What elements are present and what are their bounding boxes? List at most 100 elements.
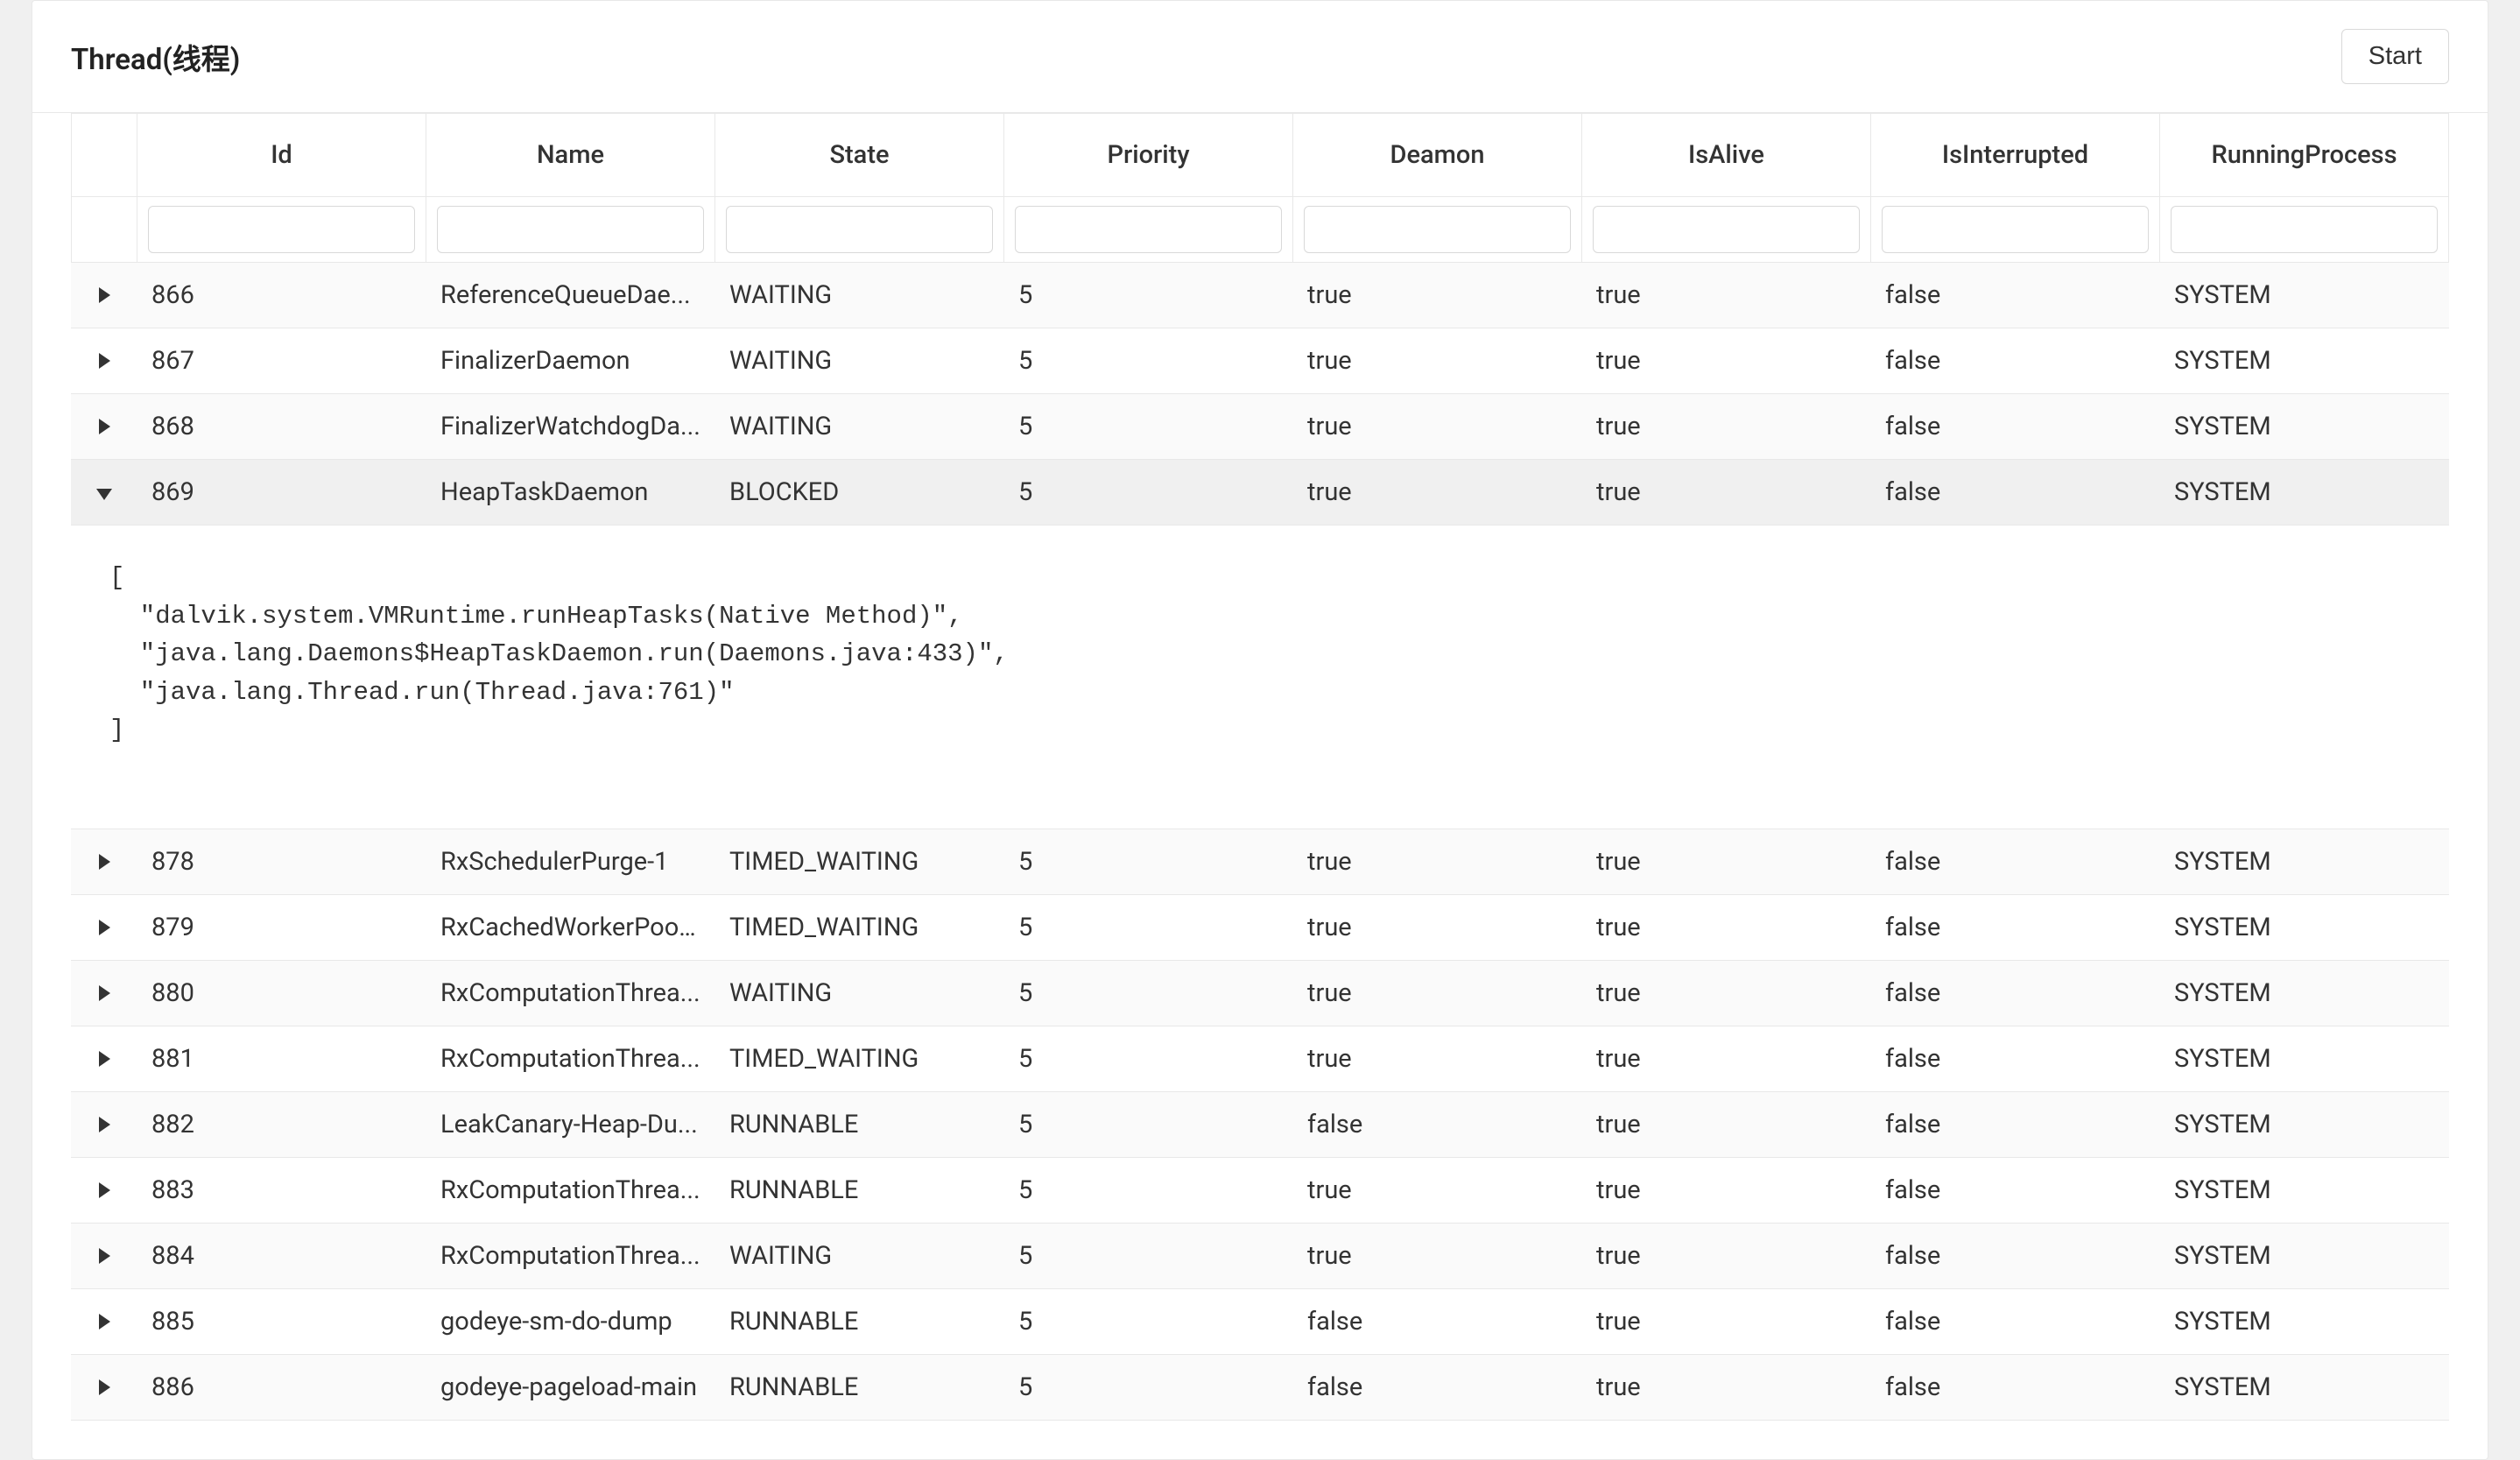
expand-cell[interactable] [71, 394, 137, 460]
cell-daemon: false [1293, 1092, 1582, 1158]
expand-cell[interactable] [71, 328, 137, 394]
table-row[interactable]: 878RxSchedulerPurge-1TIMED_WAITING5truet… [71, 829, 2449, 895]
cell-priority: 5 [1004, 1289, 1293, 1355]
filter-runningprocess-input[interactable] [2171, 206, 2438, 253]
cell-priority: 5 [1004, 1026, 1293, 1092]
expand-cell[interactable] [71, 1355, 137, 1421]
table-row[interactable]: 882LeakCanary-Heap-Du...RUNNABLE5falsetr… [71, 1092, 2449, 1158]
filter-isinterrupted-input[interactable] [1882, 206, 2149, 253]
cell-runningprocess: SYSTEM [2160, 394, 2449, 460]
table-row[interactable]: 880RxComputationThrea...WAITING5truetrue… [71, 961, 2449, 1026]
expand-cell[interactable] [71, 460, 137, 525]
cell-isalive: true [1582, 460, 1871, 525]
table-row[interactable]: 868FinalizerWatchdogDa...WAITING5truetru… [71, 394, 2449, 460]
cell-state: RUNNABLE [715, 1289, 1004, 1355]
filter-daemon-input[interactable] [1304, 206, 1571, 253]
expand-cell[interactable] [71, 961, 137, 1026]
cell-isinterrupted: false [1871, 1355, 2160, 1421]
cell-state: TIMED_WAITING [715, 895, 1004, 961]
cell-name: RxComputationThrea... [426, 1224, 715, 1289]
cell-daemon: true [1293, 1026, 1582, 1092]
chevron-right-icon[interactable] [99, 985, 110, 1001]
chevron-right-icon[interactable] [99, 1117, 110, 1132]
cell-state: WAITING [715, 961, 1004, 1026]
cell-isalive: true [1582, 961, 1871, 1026]
expand-cell[interactable] [71, 1224, 137, 1289]
filter-state-input[interactable] [726, 206, 993, 253]
cell-runningprocess: SYSTEM [2160, 1224, 2449, 1289]
expand-cell[interactable] [71, 1092, 137, 1158]
chevron-right-icon[interactable] [99, 1182, 110, 1198]
chevron-right-icon[interactable] [99, 1379, 110, 1395]
cell-name: godeye-pageload-main [426, 1355, 715, 1421]
cell-state: WAITING [715, 1224, 1004, 1289]
col-id-header[interactable]: Id [137, 113, 426, 197]
expand-cell[interactable] [71, 829, 137, 895]
cell-runningprocess: SYSTEM [2160, 328, 2449, 394]
col-isinterrupted-header[interactable]: IsInterrupted [1871, 113, 2160, 197]
thread-table: Id Name State Priority Deamon IsAlive Is… [71, 113, 2449, 1421]
col-name-header[interactable]: Name [426, 113, 715, 197]
chevron-down-icon[interactable] [96, 489, 112, 500]
cell-name: LeakCanary-Heap-Du... [426, 1092, 715, 1158]
col-daemon-header[interactable]: Deamon [1293, 113, 1582, 197]
cell-priority: 5 [1004, 1355, 1293, 1421]
cell-state: WAITING [715, 328, 1004, 394]
cell-isalive: true [1582, 263, 1871, 328]
expand-cell[interactable] [71, 263, 137, 328]
cell-priority: 5 [1004, 394, 1293, 460]
cell-isalive: true [1582, 1026, 1871, 1092]
filter-isalive-input[interactable] [1593, 206, 1860, 253]
cell-isinterrupted: false [1871, 1092, 2160, 1158]
cell-runningprocess: SYSTEM [2160, 460, 2449, 525]
chevron-right-icon[interactable] [99, 1314, 110, 1330]
table-row[interactable]: 879RxCachedWorkerPool...TIMED_WAITING5tr… [71, 895, 2449, 961]
table-row[interactable]: 884RxComputationThrea...WAITING5truetrue… [71, 1224, 2449, 1289]
chevron-right-icon[interactable] [99, 287, 110, 303]
chevron-right-icon[interactable] [99, 1248, 110, 1264]
cell-runningprocess: SYSTEM [2160, 1289, 2449, 1355]
chevron-right-icon[interactable] [99, 419, 110, 434]
cell-name: RxCachedWorkerPool... [426, 895, 715, 961]
cell-id: 880 [137, 961, 426, 1026]
cell-state: RUNNABLE [715, 1355, 1004, 1421]
expand-cell[interactable] [71, 1026, 137, 1092]
cell-priority: 5 [1004, 263, 1293, 328]
cell-id: 866 [137, 263, 426, 328]
col-state-header[interactable]: State [715, 113, 1004, 197]
col-runningprocess-header[interactable]: RunningProcess [2160, 113, 2449, 197]
table-row[interactable]: 883RxComputationThrea...RUNNABLE5truetru… [71, 1158, 2449, 1224]
cell-id: 878 [137, 829, 426, 895]
cell-runningprocess: SYSTEM [2160, 1158, 2449, 1224]
cell-isinterrupted: false [1871, 1289, 2160, 1355]
cell-priority: 5 [1004, 460, 1293, 525]
cell-name: ReferenceQueueDae... [426, 263, 715, 328]
expand-cell[interactable] [71, 1158, 137, 1224]
filter-priority-input[interactable] [1015, 206, 1282, 253]
cell-isinterrupted: false [1871, 895, 2160, 961]
table-row[interactable]: 867FinalizerDaemonWAITING5truetruefalseS… [71, 328, 2449, 394]
cell-isalive: true [1582, 1092, 1871, 1158]
table-row[interactable]: 869HeapTaskDaemonBLOCKED5truetruefalseSY… [71, 460, 2449, 525]
table-row[interactable]: 886godeye-pageload-mainRUNNABLE5falsetru… [71, 1355, 2449, 1421]
cell-runningprocess: SYSTEM [2160, 1092, 2449, 1158]
col-priority-header[interactable]: Priority [1004, 113, 1293, 197]
chevron-right-icon[interactable] [99, 854, 110, 870]
filter-name-input[interactable] [437, 206, 704, 253]
expand-cell[interactable] [71, 1289, 137, 1355]
chevron-right-icon[interactable] [99, 1051, 110, 1067]
cell-id: 882 [137, 1092, 426, 1158]
start-button[interactable]: Start [2341, 29, 2449, 84]
table-row[interactable]: 881RxComputationThrea...TIMED_WAITING5tr… [71, 1026, 2449, 1092]
table-row[interactable]: 866ReferenceQueueDae...WAITING5truetruef… [71, 263, 2449, 328]
cell-priority: 5 [1004, 1158, 1293, 1224]
cell-daemon: true [1293, 829, 1582, 895]
cell-runningprocess: SYSTEM [2160, 1026, 2449, 1092]
filter-id-input[interactable] [148, 206, 415, 253]
chevron-right-icon[interactable] [99, 920, 110, 935]
table-row[interactable]: 885godeye-sm-do-dumpRUNNABLE5falsetruefa… [71, 1289, 2449, 1355]
col-isalive-header[interactable]: IsAlive [1582, 113, 1871, 197]
chevron-right-icon[interactable] [99, 353, 110, 369]
cell-id: 879 [137, 895, 426, 961]
expand-cell[interactable] [71, 895, 137, 961]
